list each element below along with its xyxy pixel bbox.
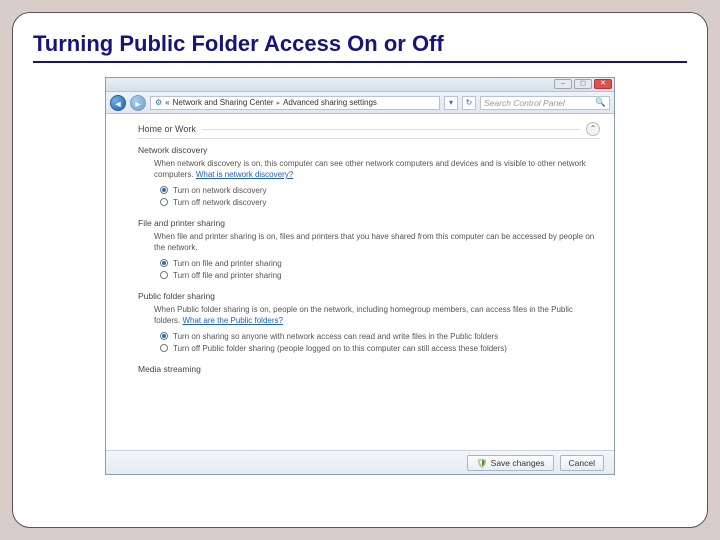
profile-name: Home or Work <box>138 124 196 134</box>
search-icon: 🔍 <box>595 97 606 108</box>
dropdown-button[interactable]: ▾ <box>444 96 458 110</box>
crumb-prefix: « <box>165 98 169 107</box>
profile-header: Home or Work ⌃ <box>138 122 600 139</box>
crumb-advanced-sharing[interactable]: Advanced sharing settings <box>283 98 377 107</box>
forward-button[interactable]: ► <box>130 95 146 111</box>
radio-icon <box>160 332 168 340</box>
section-title: File and printer sharing <box>138 218 600 228</box>
save-changes-button[interactable]: 🛡 Save changes <box>467 455 553 471</box>
section-title: Media streaming <box>138 364 600 374</box>
chevron-right-icon: ▸ <box>277 99 281 107</box>
section-description: When Public folder sharing is on, people… <box>154 304 600 326</box>
back-button[interactable]: ◄ <box>110 95 126 111</box>
cancel-button[interactable]: Cancel <box>560 455 604 471</box>
section-description: When network discovery is on, this compu… <box>154 158 600 180</box>
section-public-folder-sharing: Public folder sharing When Public folder… <box>138 291 600 354</box>
crumb-network-sharing[interactable]: Network and Sharing Center <box>173 98 274 107</box>
network-icon: ⚙ <box>155 98 162 107</box>
radio-label: Turn on file and printer sharing <box>173 258 282 269</box>
radio-discovery-off[interactable]: Turn off network discovery <box>160 197 600 208</box>
radio-publicfolder-on[interactable]: Turn on sharing so anyone with network a… <box>160 331 600 342</box>
settings-content: Home or Work ⌃ Network discovery When ne… <box>106 114 614 450</box>
collapse-button[interactable]: ⌃ <box>586 122 600 136</box>
control-panel-window: – ◻ ✕ ◄ ► ⚙ « Network and Sharing Center… <box>105 77 615 475</box>
radio-label: Turn on network discovery <box>173 185 267 196</box>
link-what-are-public-folders[interactable]: What are the Public folders? <box>182 316 283 325</box>
section-file-printer-sharing: File and printer sharing When file and p… <box>138 218 600 281</box>
section-network-discovery: Network discovery When network discovery… <box>138 145 600 208</box>
refresh-button[interactable]: ↻ <box>462 96 476 110</box>
radio-fileprint-on[interactable]: Turn on file and printer sharing <box>160 258 600 269</box>
button-label: Save changes <box>491 456 545 470</box>
nav-toolbar: ◄ ► ⚙ « Network and Sharing Center ▸ Adv… <box>106 92 614 114</box>
section-title: Public folder sharing <box>138 291 600 301</box>
minimize-button[interactable]: – <box>554 79 572 89</box>
radio-icon <box>160 259 168 267</box>
radio-discovery-on[interactable]: Turn on network discovery <box>160 185 600 196</box>
radio-icon <box>160 344 168 352</box>
radio-label: Turn off network discovery <box>173 197 266 208</box>
slide-frame: Turning Public Folder Access On or Off –… <box>12 12 708 528</box>
footer-bar: 🛡 Save changes Cancel <box>106 450 614 474</box>
link-what-is-discovery[interactable]: What is network discovery? <box>196 170 293 179</box>
section-title: Network discovery <box>138 145 600 155</box>
window-titlebar: – ◻ ✕ <box>106 78 614 92</box>
search-placeholder: Search Control Panel <box>484 98 565 108</box>
radio-label: Turn off Public folder sharing (people l… <box>173 343 507 354</box>
close-button[interactable]: ✕ <box>594 79 612 89</box>
radio-icon <box>160 186 168 194</box>
section-description: When file and printer sharing is on, fil… <box>154 231 600 253</box>
radio-publicfolder-off[interactable]: Turn off Public folder sharing (people l… <box>160 343 600 354</box>
radio-icon <box>160 271 168 279</box>
radio-icon <box>160 198 168 206</box>
breadcrumb[interactable]: ⚙ « Network and Sharing Center ▸ Advance… <box>150 96 440 110</box>
section-media-streaming: Media streaming <box>138 364 600 374</box>
radio-fileprint-off[interactable]: Turn off file and printer sharing <box>160 270 600 281</box>
radio-label: Turn off file and printer sharing <box>173 270 282 281</box>
slide-title: Turning Public Folder Access On or Off <box>33 31 687 63</box>
shield-icon: 🛡 <box>476 456 487 470</box>
maximize-button[interactable]: ◻ <box>574 79 592 89</box>
radio-label: Turn on sharing so anyone with network a… <box>173 331 498 342</box>
button-label: Cancel <box>569 456 595 470</box>
search-input[interactable]: Search Control Panel 🔍 <box>480 96 610 110</box>
